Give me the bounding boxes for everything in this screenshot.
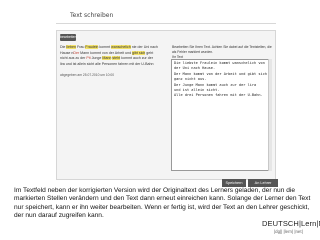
edit-tab-button[interactable]: bearbeiten <box>60 34 77 41</box>
submission-date: abgegeben am 25.07.2010 um 10:00 <box>60 73 115 77</box>
editor-scrollbar[interactable] <box>268 59 272 171</box>
logo: DEUTSCH|Lern|NET |dg|| |lern| |net| <box>262 219 320 239</box>
marked-error-segment: wanschelich <box>111 45 131 49</box>
logo-wordmark: DEUTSCH|Lern|NET <box>262 219 320 228</box>
marked-error-segment: steht <box>112 56 121 61</box>
edit-instructions: Bearbeiten Sie Ihren Text. Achten Sie da… <box>172 45 272 60</box>
title-divider <box>56 23 276 24</box>
page-title: Text schreiben <box>70 12 114 19</box>
text-editor[interactable]: Die liebste Fraulein kommt wanschelich v… <box>171 59 272 171</box>
logo-subtext: |dg|| |lern| |net| <box>274 229 303 234</box>
text-segment: Junge <box>90 56 103 61</box>
text-segment: Mann kommt von der Arbeit und <box>79 50 133 55</box>
text-segment: Frau <box>76 45 86 49</box>
marked-error-segment: gibt sich <box>132 50 146 55</box>
save-button[interactable]: Speichern <box>222 179 246 187</box>
original-text-marked: Die lieben Frau Fraulein kommt wanscheli… <box>60 45 158 67</box>
marked-error-segment: lieben <box>66 45 76 49</box>
caption-text: Im Textfeld neben der korrigierten Versi… <box>14 187 311 219</box>
text-segment: kommt <box>98 45 112 49</box>
marked-error-segment: Fraulein <box>85 45 99 49</box>
send-to-teacher-button[interactable]: An Lehrer schicken <box>248 179 278 193</box>
instructions-text: Bearbeiten Sie Ihren Text. Achten Sie da… <box>172 45 272 54</box>
